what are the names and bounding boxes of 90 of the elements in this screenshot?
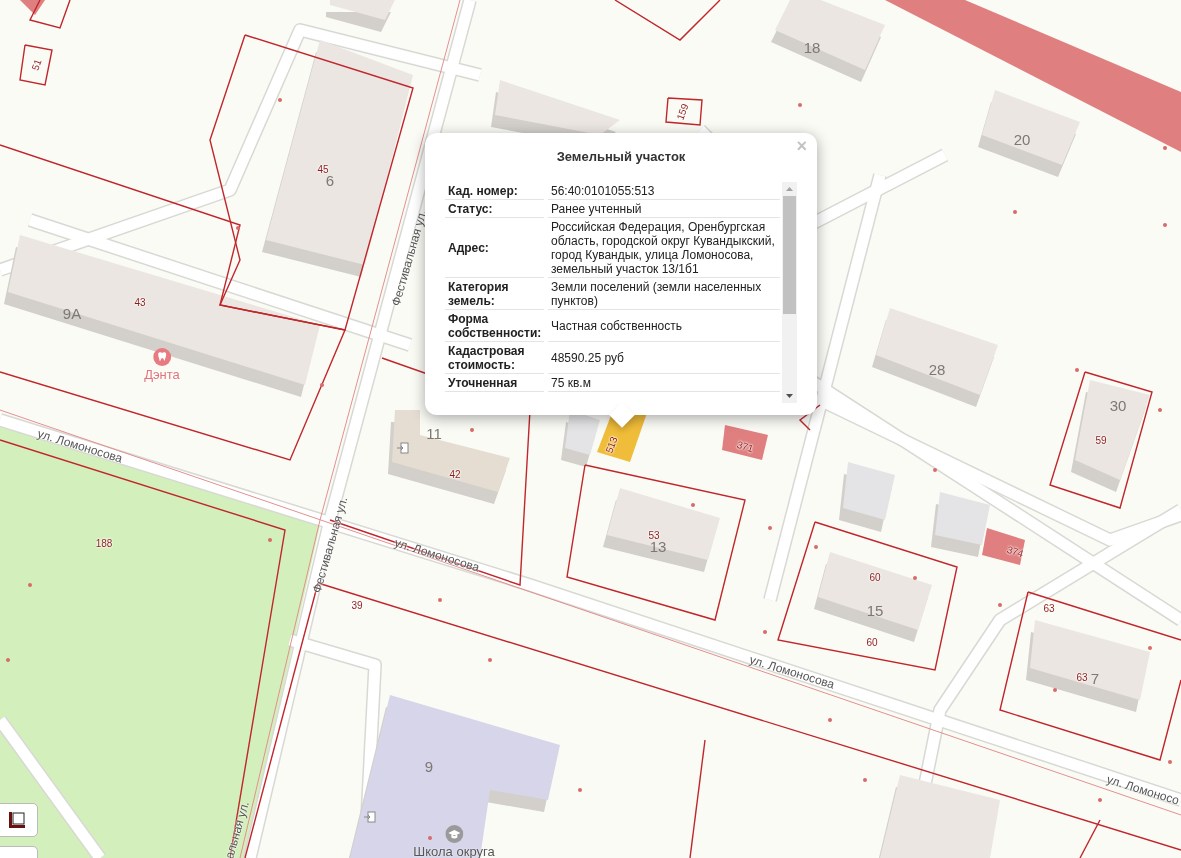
field-label: Кадастровая стоимость: bbox=[445, 342, 544, 374]
field-label: Категория земель: bbox=[445, 278, 544, 310]
boundary-point bbox=[268, 538, 272, 542]
field-value: Ранее учтенный bbox=[548, 200, 780, 218]
boundary-point bbox=[1163, 223, 1167, 227]
parcel-number: 371 bbox=[735, 439, 755, 455]
parcel-boundary bbox=[665, 97, 703, 126]
boundary-point bbox=[1163, 146, 1167, 150]
boundary-point bbox=[6, 658, 10, 662]
building bbox=[326, 0, 395, 32]
tooth-icon bbox=[153, 348, 171, 366]
field-value: Частная собственность bbox=[548, 310, 780, 342]
boundary-point bbox=[933, 468, 937, 472]
boundary-point bbox=[1098, 798, 1102, 802]
parcel-number: 51 bbox=[30, 58, 44, 72]
field-value: 75 кв.м bbox=[548, 374, 780, 392]
house-number: 13 bbox=[649, 538, 667, 554]
scrollbar[interactable] bbox=[782, 182, 797, 403]
boundary-point bbox=[1013, 210, 1017, 214]
boundary-point bbox=[428, 836, 432, 840]
field-value: Российская Федерация, Оренбургская область, городской округ Кувандыкский, город Кувандык, улица Ломоносова, земельный участок 13/1б1 bbox=[548, 218, 780, 278]
ruler-button[interactable] bbox=[0, 803, 38, 837]
parcel-number: 43 bbox=[134, 298, 146, 308]
boundary-point bbox=[1158, 408, 1162, 412]
parcel-number: 60 bbox=[866, 638, 878, 648]
field-label: Форма собственности: bbox=[445, 310, 544, 342]
parcel-number: 53 bbox=[648, 531, 660, 541]
field-value: 48590.25 руб bbox=[548, 342, 780, 374]
parcel-number: 63 bbox=[1043, 604, 1055, 614]
boundary-point bbox=[438, 598, 442, 602]
boundary-point bbox=[798, 103, 802, 107]
parcel-number: 374 bbox=[1005, 544, 1025, 560]
parcel-number: 63 bbox=[1076, 673, 1088, 683]
field-label: Статус: bbox=[445, 200, 544, 218]
parcel-number: 513 bbox=[604, 435, 620, 455]
boundary-point bbox=[320, 383, 324, 387]
house-number: 6 bbox=[325, 172, 335, 188]
boundary-point bbox=[998, 603, 1002, 607]
house-number: 9 bbox=[424, 758, 434, 774]
parcel-number: 188 bbox=[95, 539, 113, 549]
parcel-number: 159 bbox=[675, 102, 691, 122]
field-label: Кад. номер: bbox=[445, 182, 544, 200]
boundary-point bbox=[814, 545, 818, 549]
ruler-icon bbox=[8, 811, 26, 829]
house-number: 20 bbox=[1013, 131, 1031, 147]
boundary-point bbox=[1075, 368, 1079, 372]
parcel-boundary bbox=[29, 0, 71, 29]
place-name: Школа округа bbox=[413, 845, 495, 858]
boundary-point bbox=[828, 718, 832, 722]
close-button[interactable]: × bbox=[794, 136, 809, 157]
boundary-point bbox=[1053, 688, 1057, 692]
entrance-icon bbox=[397, 442, 409, 454]
boundary-point bbox=[913, 576, 917, 580]
parcel-number: 60 bbox=[869, 573, 881, 583]
parcel-number: 45 bbox=[317, 165, 329, 175]
house-number: 9А bbox=[62, 305, 82, 321]
boundary-point bbox=[470, 428, 474, 432]
house-number: 15 bbox=[866, 602, 884, 618]
building bbox=[839, 462, 895, 532]
boundary-point bbox=[763, 630, 767, 634]
boundary-point bbox=[1148, 646, 1152, 650]
boundary-point bbox=[768, 526, 772, 530]
field-label: Уточненная bbox=[445, 374, 544, 392]
road-area bbox=[20, 0, 45, 15]
house-number: 30 bbox=[1109, 397, 1127, 413]
house-number: 28 bbox=[928, 361, 946, 377]
house-number: 18 bbox=[803, 39, 821, 55]
place-name: Дэнта bbox=[144, 368, 180, 381]
parcel-number: 42 bbox=[449, 470, 461, 480]
field-value: Земли поселений (земли населенных пунктов) bbox=[548, 278, 780, 310]
boundary-point bbox=[863, 778, 867, 782]
boundary-point bbox=[28, 583, 32, 587]
boundary-point bbox=[691, 503, 695, 507]
graduation-cap-icon bbox=[445, 825, 463, 843]
outbuilding bbox=[982, 528, 1025, 565]
parcel-number: 39 bbox=[351, 601, 363, 611]
boundary-point bbox=[278, 98, 282, 102]
boundary-point bbox=[578, 788, 582, 792]
parcel-boundary bbox=[19, 44, 53, 86]
boundary-point bbox=[488, 658, 492, 662]
outbuilding bbox=[722, 425, 768, 460]
field-value: 56:40:0101055:513 bbox=[548, 182, 780, 200]
field-label: Адрес: bbox=[445, 218, 544, 278]
entrance-icon bbox=[364, 811, 376, 823]
house-number: 11 bbox=[426, 425, 442, 441]
popup-title: Земельный участок bbox=[555, 149, 687, 164]
boundary-point bbox=[236, 226, 240, 230]
house-number: 7 bbox=[1090, 670, 1100, 686]
parcel-number: 59 bbox=[1095, 436, 1107, 446]
boundary-point bbox=[1168, 760, 1172, 764]
